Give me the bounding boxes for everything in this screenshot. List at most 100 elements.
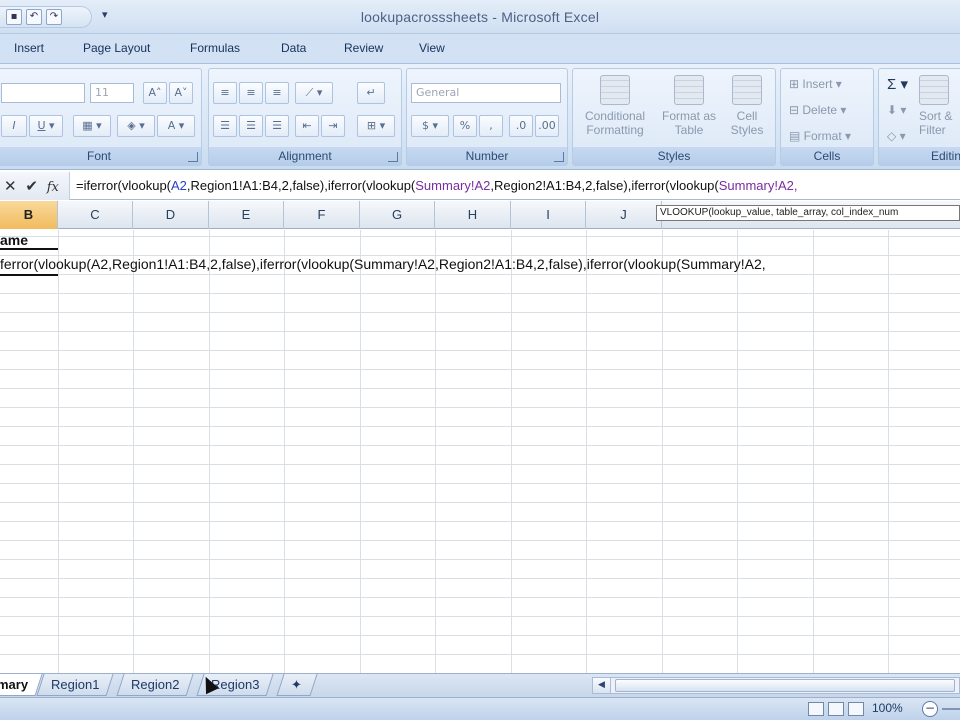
delete-cells-label: Delete bbox=[802, 103, 838, 117]
borders-icon[interactable]: ▦ ▾ bbox=[73, 115, 111, 137]
grid-line bbox=[133, 230, 134, 673]
sort-filter-label: Sort & Filter bbox=[919, 109, 953, 137]
tab-view[interactable]: View bbox=[419, 41, 445, 55]
format-cells-button[interactable]: ▤ Format ▾ bbox=[789, 129, 851, 143]
grid-line bbox=[511, 230, 512, 673]
number-format-dropdown[interactable]: General bbox=[411, 83, 561, 103]
ribbon: 11 A˄ A˅ I U ▾ ▦ ▾ ◈ ▾ A ▾ Font ≡ ≡ ≡ ⟋ … bbox=[0, 64, 960, 170]
autosum-icon[interactable]: Σ ▾ bbox=[887, 75, 908, 93]
column-header-e[interactable]: E bbox=[209, 201, 284, 229]
align-left-icon[interactable]: ☰ bbox=[213, 115, 237, 137]
clear-icon[interactable]: ◇ ▾ bbox=[887, 129, 906, 143]
sheet-tab-region1[interactable]: Region1 bbox=[36, 674, 115, 696]
sheet-tab-bar: mary Region1 Region2 Region3 ✦ ◀ bbox=[0, 673, 960, 697]
editing-group-label: Editin bbox=[879, 147, 960, 165]
formula-bar: ✕ ✔ fx =iferror(vlookup(A2,Region1!A1:B4… bbox=[0, 172, 960, 200]
fill-icon[interactable]: ⬇ ▾ bbox=[887, 103, 906, 117]
insert-cells-button[interactable]: ⊞ Insert ▾ bbox=[789, 77, 842, 91]
sheet-tab-label: Region1 bbox=[51, 677, 100, 692]
tab-review[interactable]: Review bbox=[344, 41, 383, 55]
align-center-icon[interactable]: ☰ bbox=[239, 115, 263, 137]
zoom-out-icon[interactable]: − bbox=[922, 701, 938, 717]
column-header-g[interactable]: G bbox=[360, 201, 435, 229]
increase-indent-icon[interactable]: ⇥ bbox=[321, 115, 345, 137]
font-name-dropdown[interactable] bbox=[1, 83, 85, 103]
column-header-c[interactable]: C bbox=[58, 201, 133, 229]
cell-styles-icon bbox=[732, 75, 762, 105]
sheet-tab-label: Region2 bbox=[131, 677, 180, 692]
styles-group-label: Styles bbox=[573, 147, 775, 165]
normal-view-icon[interactable] bbox=[808, 702, 824, 716]
wrap-text-icon[interactable]: ↵ bbox=[357, 82, 385, 104]
percent-style-icon[interactable]: % bbox=[453, 115, 477, 137]
page-layout-view-icon[interactable] bbox=[828, 702, 844, 716]
comma-style-icon[interactable]: , bbox=[479, 115, 503, 137]
cells-group-label: Cells bbox=[781, 147, 873, 165]
status-bar: 100% − bbox=[0, 697, 960, 720]
horizontal-scrollbar[interactable]: ◀ bbox=[592, 677, 960, 694]
delete-cells-button[interactable]: ⊟ Delete ▾ bbox=[789, 103, 846, 117]
zoom-slider[interactable] bbox=[942, 708, 960, 710]
conditional-formatting-icon bbox=[600, 75, 630, 105]
align-middle-icon[interactable]: ≡ bbox=[239, 82, 263, 104]
formula-part: ,Region2!A1:B4,2,false),iferror(vlookup( bbox=[490, 178, 719, 193]
font-dialog-launcher-icon[interactable] bbox=[188, 152, 198, 162]
scrollbar-thumb[interactable] bbox=[615, 679, 955, 692]
conditional-formatting-button[interactable]: Conditional Formatting bbox=[575, 75, 655, 137]
insert-sheet-icon[interactable]: ✦ bbox=[276, 674, 318, 696]
scroll-left-icon[interactable]: ◀ bbox=[593, 678, 611, 693]
insert-cells-label: Insert bbox=[802, 77, 833, 91]
tab-page-layout[interactable]: Page Layout bbox=[83, 41, 150, 55]
number-dialog-launcher-icon[interactable] bbox=[554, 152, 564, 162]
grid-line bbox=[813, 230, 814, 673]
column-header-d[interactable]: D bbox=[133, 201, 209, 229]
grid-line bbox=[435, 230, 436, 673]
alignment-group: ≡ ≡ ≡ ⟋ ▾ ↵ ☰ ☰ ☰ ⇤ ⇥ ⊞ ▾ Alignment bbox=[208, 68, 402, 166]
grow-font-icon[interactable]: A˄ bbox=[143, 82, 167, 104]
decrease-indent-icon[interactable]: ⇤ bbox=[295, 115, 319, 137]
italic-icon[interactable]: I bbox=[1, 115, 27, 137]
cell-styles-label: Cell Styles bbox=[730, 109, 764, 137]
window-title: lookupacrosssheets - Microsoft Excel bbox=[360, 9, 600, 25]
align-bottom-icon[interactable]: ≡ bbox=[265, 82, 289, 104]
column-header-j[interactable]: J bbox=[586, 201, 662, 229]
increase-decimal-icon[interactable]: .0 bbox=[509, 115, 533, 137]
sheet-tab-region2[interactable]: Region2 bbox=[116, 674, 195, 696]
accounting-format-icon[interactable]: $ ▾ bbox=[411, 115, 449, 137]
zoom-level[interactable]: 100% bbox=[872, 701, 903, 715]
formula-ref-a2: A2 bbox=[171, 178, 187, 193]
formula-input[interactable]: =iferror(vlookup(A2,Region1!A1:B4,2,fals… bbox=[76, 178, 960, 193]
worksheet-grid[interactable]: ame ferror(vlookup(A2,Region1!A1:B4,2,fa… bbox=[0, 230, 960, 673]
underline-icon[interactable]: U ▾ bbox=[29, 115, 63, 137]
format-cells-label: Format bbox=[803, 129, 842, 143]
enter-entry-icon[interactable]: ✔ bbox=[25, 172, 38, 200]
sort-filter-button[interactable]: Sort & Filter bbox=[919, 75, 960, 137]
formula-ref-summary: Summary!A2, bbox=[718, 178, 798, 193]
font-color-icon[interactable]: A ▾ bbox=[157, 115, 195, 137]
align-right-icon[interactable]: ☰ bbox=[265, 115, 289, 137]
cell-styles-button[interactable]: Cell Styles bbox=[721, 75, 773, 137]
cancel-entry-icon[interactable]: ✕ bbox=[4, 172, 17, 200]
tab-formulas[interactable]: Formulas bbox=[190, 41, 240, 55]
shrink-font-icon[interactable]: A˅ bbox=[169, 82, 193, 104]
fill-color-icon[interactable]: ◈ ▾ bbox=[117, 115, 155, 137]
page-break-view-icon[interactable] bbox=[848, 702, 864, 716]
tab-insert[interactable]: Insert bbox=[14, 41, 44, 55]
alignment-group-label: Alignment bbox=[209, 147, 401, 165]
column-header-f[interactable]: F bbox=[284, 201, 360, 229]
function-tooltip: VLOOKUP(lookup_value, table_array, col_i… bbox=[656, 205, 960, 221]
tab-data[interactable]: Data bbox=[281, 41, 306, 55]
align-top-icon[interactable]: ≡ bbox=[213, 82, 237, 104]
format-as-table-button[interactable]: Format as Table bbox=[657, 75, 721, 137]
cell-b2-formula: ferror(vlookup(A2,Region1!A1:B4,2,false)… bbox=[0, 256, 766, 272]
cell-b1[interactable]: ame bbox=[0, 232, 58, 250]
column-header-h[interactable]: H bbox=[435, 201, 511, 229]
merge-center-icon[interactable]: ⊞ ▾ bbox=[357, 115, 395, 137]
font-size-dropdown[interactable]: 11 bbox=[90, 83, 134, 103]
column-header-i[interactable]: I bbox=[511, 201, 586, 229]
insert-function-icon[interactable]: fx bbox=[47, 174, 59, 202]
orientation-icon[interactable]: ⟋ ▾ bbox=[295, 82, 333, 104]
alignment-dialog-launcher-icon[interactable] bbox=[388, 152, 398, 162]
column-header-b[interactable]: B bbox=[0, 201, 58, 229]
decrease-decimal-icon[interactable]: .00 bbox=[535, 115, 559, 137]
